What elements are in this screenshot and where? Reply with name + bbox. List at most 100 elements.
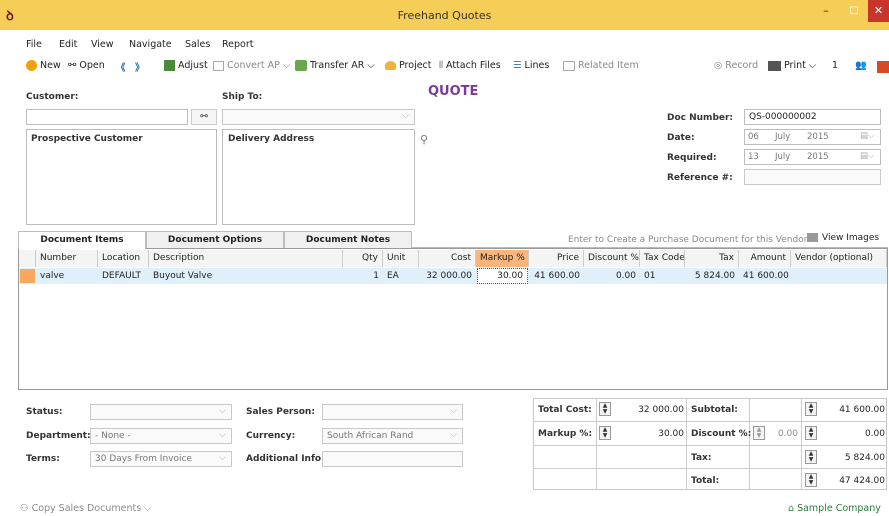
total-cost-spinner[interactable]: ▲ ▼ (599, 402, 611, 416)
attach-files-button[interactable]: ⫴ Attach Files (439, 60, 501, 71)
tab-document-items[interactable]: Document Items (18, 231, 146, 249)
col-header-markup[interactable]: Markup % (476, 250, 529, 267)
adjust-button[interactable]: Adjust (164, 60, 208, 71)
minimize-button[interactable]: – (812, 0, 840, 22)
project-button[interactable]: Project (385, 60, 432, 71)
col-header-number[interactable]: Number (36, 250, 98, 267)
customer-lookup-button[interactable]: ⚯ (191, 109, 217, 125)
doc-number-value: QS-000000002 (749, 112, 817, 122)
col-header-tax-code[interactable]: Tax Code (640, 250, 685, 267)
cell-price[interactable]: 41 600.00 (529, 268, 584, 284)
cell-vendor[interactable] (791, 268, 887, 284)
col-header-description[interactable]: Description (149, 250, 343, 267)
total-spinner[interactable]: ▲ ▼ (805, 473, 817, 487)
col-header-amount[interactable]: Amount (739, 250, 791, 267)
row-indicator[interactable] (20, 269, 35, 283)
total-cost-value[interactable]: 32 000.00 (614, 405, 684, 415)
cell-number[interactable]: valve (36, 268, 98, 284)
users-icon[interactable]: 👥 (855, 60, 867, 71)
col-header-discount[interactable]: Discount % (584, 250, 640, 267)
totals-h-line-3 (533, 468, 887, 469)
new-icon (26, 60, 37, 71)
address-lookup-icon[interactable]: ⚲ (420, 133, 428, 146)
cell-tax-code[interactable]: 01 (640, 268, 685, 284)
binoculars-icon: ⚯ (68, 60, 77, 71)
cell-unit[interactable]: EA (383, 268, 419, 284)
print-count[interactable]: 1 (832, 60, 838, 71)
required-calendar-icon[interactable]: ▤⌵ (860, 151, 874, 161)
tax-spinner[interactable]: ▲ ▼ (805, 450, 817, 464)
status-label: Status: (26, 407, 63, 417)
col-header-qty[interactable]: Qty (343, 250, 383, 267)
lines-button[interactable]: ☰ Lines (513, 60, 549, 71)
open-button[interactable]: ⚯ Open (68, 60, 105, 71)
cell-location[interactable]: DEFAULT (98, 268, 149, 284)
transfer-ar-button[interactable]: Transfer AR ⌵ (295, 60, 375, 71)
tab-document-options[interactable]: Document Options (146, 231, 284, 248)
discount-pct-value[interactable]: 0.00 (764, 429, 798, 439)
date-picker[interactable]: 06 July 2015 ▤⌵ (744, 129, 881, 145)
cell-markup[interactable]: 30.00 (477, 268, 528, 284)
cell-description[interactable]: Buyout Valve (149, 268, 343, 284)
copy-sales-documents-button[interactable]: ⚇ Copy Sales Documents ⌵ (20, 503, 151, 514)
col-header-location[interactable]: Location (98, 250, 149, 267)
print-button[interactable]: Print ⌵ (768, 60, 816, 71)
maximize-button[interactable]: □ (840, 0, 868, 22)
terms-select[interactable]: 30 Days From Invoice (90, 451, 232, 467)
col-header-cost[interactable]: Cost (419, 250, 476, 267)
col-header-vendor[interactable]: Vendor (optional) (791, 250, 887, 267)
customer-address-text: Prospective Customer (31, 134, 143, 144)
ship-to-select[interactable] (222, 109, 415, 125)
subtotal-spinner[interactable]: ▲ ▼ (805, 402, 817, 416)
menu-report[interactable]: Report (222, 39, 254, 50)
prev-record-button[interactable]: 《 (116, 60, 126, 74)
menu-view[interactable]: View (91, 39, 114, 50)
menu-sales[interactable]: Sales (185, 39, 210, 50)
markup-spinner[interactable]: ▲ ▼ (599, 426, 611, 440)
col-header-price[interactable]: Price (529, 250, 584, 267)
markup-value[interactable]: 30.00 (614, 429, 684, 439)
view-images-button[interactable]: View Images (807, 233, 879, 243)
col-header-tax[interactable]: Tax (685, 250, 739, 267)
additional-info-input[interactable] (322, 451, 463, 467)
close-button[interactable]: ✕ (868, 0, 889, 22)
total-value: 47 424.00 (839, 476, 885, 486)
reference-input[interactable] (744, 169, 881, 185)
totals-h-line-2 (533, 445, 887, 446)
next-record-button[interactable]: 》 (135, 60, 145, 74)
menu-file[interactable]: File (26, 39, 42, 50)
required-date-picker[interactable]: 13 July 2015 ▤⌵ (744, 149, 881, 165)
reference-label: Reference #: (667, 173, 733, 183)
date-calendar-icon[interactable]: ▤⌵ (860, 131, 874, 141)
project-icon (385, 61, 396, 70)
customer-input[interactable] (26, 109, 188, 125)
cell-tax[interactable]: 5 824.00 (685, 268, 739, 284)
record-button[interactable]: ◎ Record (714, 60, 758, 71)
col-header-unit[interactable]: Unit (383, 250, 419, 267)
related-item-button[interactable]: Related Item (563, 60, 639, 71)
cell-cost[interactable]: 32 000.00 (419, 268, 476, 284)
sales-person-select[interactable] (322, 404, 463, 420)
company-indicator[interactable]: ⌂ Sample Company (788, 503, 881, 514)
currency-select[interactable]: South African Rand (322, 428, 463, 444)
totals-v-line-1 (596, 398, 597, 490)
cell-qty[interactable]: 1 (343, 268, 383, 284)
customer-label: Customer: (26, 92, 79, 102)
doc-number-field[interactable]: QS-000000002 (744, 109, 881, 125)
convert-ap-button[interactable]: Convert AP ⌵ (213, 60, 290, 71)
view-images-label: View Images (822, 233, 880, 243)
sales-person-label: Sales Person: (246, 407, 315, 417)
department-select[interactable]: - None - (90, 428, 232, 444)
menu-navigate[interactable]: Navigate (129, 39, 172, 50)
discount-spinner[interactable]: ▲ ▼ (805, 426, 817, 440)
cell-amount[interactable]: 41 600.00 (739, 268, 791, 284)
discount-label: Discount %: (691, 429, 752, 439)
department-label: Department: (26, 431, 91, 441)
tab-document-notes[interactable]: Document Notes (284, 231, 412, 248)
menu-edit[interactable]: Edit (59, 39, 77, 50)
new-button[interactable]: New (26, 60, 61, 71)
calendar-icon[interactable] (877, 61, 889, 73)
cell-discount[interactable]: 0.00 (584, 268, 640, 284)
copy-label: Copy Sales Documents (31, 503, 142, 514)
status-select[interactable] (90, 404, 232, 420)
